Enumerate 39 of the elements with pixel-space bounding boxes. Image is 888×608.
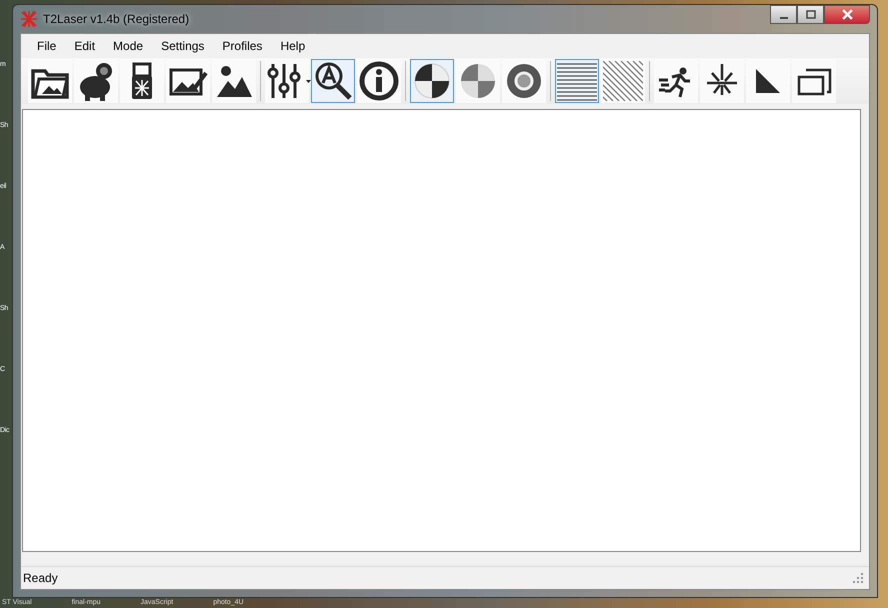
toolbar-button[interactable] [311, 59, 355, 103]
magnifier-letter-icon [313, 61, 353, 101]
toolbar-button[interactable] [654, 59, 698, 103]
toolbar-button[interactable] [74, 59, 118, 103]
menu-item[interactable]: Edit [65, 37, 104, 55]
ring-icon [504, 61, 544, 101]
toolbar-button[interactable] [746, 59, 790, 103]
toolbar-button[interactable] [120, 59, 164, 103]
maximize-icon [806, 10, 816, 20]
toolbar-button[interactable] [212, 59, 256, 103]
menu-item[interactable]: Help [271, 37, 314, 55]
dithered-circle-icon [458, 61, 498, 101]
close-icon [842, 9, 852, 20]
menu-item[interactable]: Mode [104, 37, 152, 55]
info-icon [359, 61, 399, 101]
resize-grip-icon[interactable] [853, 573, 863, 583]
toolbar-button[interactable] [28, 59, 72, 103]
menu-item[interactable]: Profiles [213, 37, 272, 55]
toolbar-button[interactable] [265, 59, 309, 103]
quartered-circle-icon [412, 61, 452, 101]
menu-item[interactable]: File [28, 37, 66, 55]
toolbar-button[interactable] [357, 59, 401, 103]
dropdown-arrow-icon[interactable] [306, 80, 311, 83]
toolbar-button[interactable] [700, 59, 744, 103]
minimize-icon [780, 16, 788, 18]
toolbar-button[interactable] [555, 59, 599, 103]
horizontal-lines-icon [557, 61, 597, 101]
status-text: Ready [23, 571, 58, 585]
toolbar-button[interactable] [792, 59, 836, 103]
window-title: T2Laser v1.4b (Registered) [43, 12, 190, 26]
toolbar-button[interactable] [410, 59, 454, 103]
toolbar-button[interactable] [502, 59, 546, 103]
maximize-button[interactable] [797, 5, 824, 24]
burst-icon [21, 11, 37, 27]
minimize-button[interactable] [770, 5, 797, 24]
menu-item[interactable]: Settings [152, 37, 214, 55]
toolbar-button[interactable] [166, 59, 210, 103]
diagonal-lines-icon [603, 61, 643, 101]
close-button[interactable] [824, 5, 870, 24]
